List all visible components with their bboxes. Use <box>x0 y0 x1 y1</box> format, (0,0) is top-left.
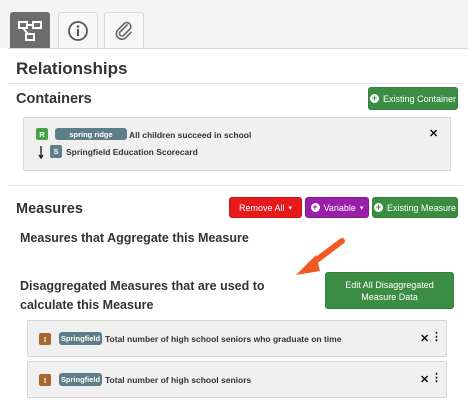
remove-container-icon[interactable]: ✕ <box>429 127 438 140</box>
info-icon <box>68 20 88 41</box>
more-options-icon[interactable]: ⋮ <box>431 373 442 384</box>
measure-title[interactable]: Total number of high school seniors who … <box>105 334 341 344</box>
aggregate-heading: Measures that Aggregate this Measure <box>20 231 249 245</box>
plus-circle-icon: + <box>369 93 379 103</box>
tag-badge: spring ridge <box>55 128 127 140</box>
panel-divider <box>8 48 468 49</box>
container-title[interactable]: All children succeed in school <box>129 130 251 140</box>
container-item: R spring ridge All children succeed in s… <box>23 117 451 171</box>
plus-circle-icon: + <box>373 202 383 212</box>
tab-info[interactable] <box>58 12 98 48</box>
measure-item: I Springfield Total number of high schoo… <box>27 320 447 357</box>
tag-badge: Springfield <box>59 373 102 386</box>
remove-measure-icon[interactable]: ✕ <box>420 332 429 345</box>
existing-container-button[interactable]: + Existing Container <box>368 87 458 110</box>
containers-heading: Containers <box>16 91 92 107</box>
type-badge-i: I <box>39 333 51 345</box>
tab-attachments[interactable] <box>104 12 144 48</box>
hierarchy-icon <box>18 20 42 41</box>
tab-bar <box>0 0 468 48</box>
variable-button[interactable]: + Variable ▾ <box>305 197 369 218</box>
plus-circle-icon: + <box>310 202 320 212</box>
measures-heading: Measures <box>16 201 83 217</box>
remove-all-button[interactable]: Remove All ▾ <box>229 197 302 218</box>
scorecard-title[interactable]: Springfield Education Scorecard <box>66 147 198 157</box>
tag-badge: Springfield <box>59 332 102 345</box>
existing-measure-button[interactable]: + Existing Measure <box>372 197 458 218</box>
sub-item-connector-icon <box>38 146 44 159</box>
measure-title[interactable]: Total number of high school seniors <box>105 375 251 385</box>
tab-relationships[interactable] <box>10 12 50 48</box>
annotation-arrow-icon <box>296 238 345 275</box>
chevron-down-icon: ▾ <box>288 204 293 212</box>
page-title: Relationships <box>16 59 128 78</box>
type-badge-s: S <box>50 145 62 158</box>
divider <box>8 83 462 84</box>
type-badge-r: R <box>36 128 48 140</box>
chevron-down-icon: ▾ <box>359 204 364 212</box>
remove-measure-icon[interactable]: ✕ <box>420 373 429 386</box>
disaggregated-heading: Disaggregated Measures that are used to … <box>20 279 265 312</box>
divider <box>8 185 462 186</box>
more-options-icon[interactable]: ⋮ <box>431 332 442 343</box>
type-badge-i: I <box>39 374 51 386</box>
paperclip-icon <box>115 21 132 40</box>
measure-item: I Springfield Total number of high schoo… <box>27 361 447 398</box>
